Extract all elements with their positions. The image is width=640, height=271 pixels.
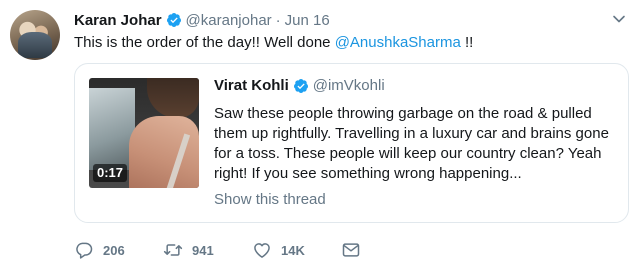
- show-thread-link[interactable]: Show this thread: [214, 191, 326, 208]
- like-button[interactable]: 14K: [252, 240, 341, 260]
- tweet-date[interactable]: Jun 16: [285, 12, 330, 29]
- quoted-text: Saw these people throwing garbage on the…: [214, 105, 609, 182]
- reply-button[interactable]: 206: [74, 240, 163, 260]
- retweet-icon: [163, 244, 183, 256]
- mention-link[interactable]: @AnushkaSharma: [335, 34, 461, 51]
- author-name[interactable]: Karan Johar: [74, 12, 162, 29]
- tweet-text-before: This is the order of the day!! Well done: [74, 34, 335, 51]
- retweet-count: 941: [192, 242, 214, 258]
- author-handle[interactable]: @karanjohar: [186, 12, 272, 29]
- author-avatar[interactable]: [10, 10, 60, 60]
- retweet-button[interactable]: 941: [163, 240, 252, 260]
- tweet-header: Karan Johar @karanjohar · Jun 16: [74, 10, 330, 30]
- reply-count: 206: [103, 242, 125, 258]
- video-duration: 0:17: [93, 164, 128, 182]
- tweet-actions: 206 941 14K: [74, 238, 361, 262]
- video-thumbnail[interactable]: 0:17: [89, 78, 199, 188]
- direct-message-icon: [342, 243, 360, 257]
- like-icon: [254, 243, 270, 258]
- verified-badge-icon: [293, 78, 308, 93]
- verified-badge-icon: [166, 13, 181, 27]
- tweet-text-after: !!: [460, 34, 474, 51]
- separator-dot: ·: [275, 11, 281, 29]
- reply-icon: [76, 242, 93, 259]
- quoted-tweet-card[interactable]: 0:17 Virat Kohli @imVkohli Saw these peo…: [74, 63, 629, 223]
- like-count: 14K: [281, 242, 305, 258]
- tweet-text: This is the order of the day!! Well done…: [74, 33, 473, 53]
- chevron-down-icon[interactable]: [612, 12, 626, 26]
- quoted-header: Virat Kohli @imVkohli: [214, 77, 385, 94]
- direct-message-button[interactable]: [341, 240, 361, 260]
- quoted-author-handle[interactable]: @imVkohli: [313, 77, 385, 94]
- quoted-author-name[interactable]: Virat Kohli: [214, 77, 289, 94]
